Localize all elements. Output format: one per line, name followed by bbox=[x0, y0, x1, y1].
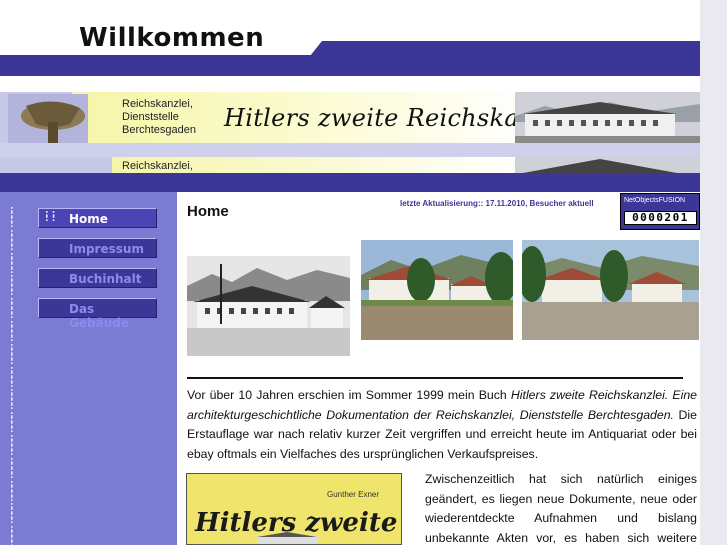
banner-divider bbox=[0, 143, 700, 157]
sidebar-dot-icon: : :: : bbox=[10, 455, 14, 481]
sidebar-dot-icon: : :: : bbox=[10, 250, 14, 276]
sidebar-dot-icon: : :: : bbox=[10, 319, 14, 344]
right-edge-strip bbox=[700, 0, 727, 545]
sidebar-dot-icon: : :: : bbox=[10, 205, 14, 230]
update-paragraph: Zwischenzeitlich hat sich natürlich eini… bbox=[425, 472, 697, 545]
sidebar-dot-icon: : :: : bbox=[10, 364, 14, 390]
last-update-text: letzte Aktualisierung:: 17.11.2010, Besu… bbox=[400, 199, 594, 208]
visitor-counter: NetObjectsFUSION 0000201 bbox=[620, 193, 700, 230]
book-cover-image[interactable]: Gunther Exner Hitlers zweite bbox=[186, 473, 402, 545]
title-bar bbox=[0, 55, 700, 76]
nav-home-label: Home bbox=[69, 212, 108, 226]
nav-impressum-label: Impressum bbox=[69, 242, 144, 256]
sidebar-dot-icon: : :: : bbox=[10, 273, 14, 299]
book-cover-building bbox=[257, 532, 317, 544]
building-banner-photo bbox=[515, 92, 700, 143]
sidebar-dot-icon: : :: : bbox=[10, 433, 14, 458]
nav-home-button[interactable]: : :: : Home bbox=[38, 208, 157, 228]
eagle-sculpture-image bbox=[8, 94, 88, 143]
sidebar-dot-icon: : :: : bbox=[10, 227, 14, 253]
sidebar-dot-icon: : :: : bbox=[10, 524, 14, 545]
book-author: Gunther Exner bbox=[327, 490, 380, 499]
nav-bullet-icon: : :: : bbox=[45, 209, 56, 224]
sidebar-dot-icon: : :: : bbox=[10, 410, 14, 436]
building-photo-2[interactable] bbox=[522, 240, 699, 340]
sidebar-dot-icon: : :: : bbox=[10, 341, 14, 367]
nav-buchinhalt-label: Buchinhalt bbox=[69, 272, 142, 286]
header-banner: Reichskanzlei, Dienststelle Berchtesgade… bbox=[0, 92, 700, 143]
nav-gebaeude-button[interactable]: Das Gebäude bbox=[38, 298, 157, 330]
sidebar-dot-icon: : :: : bbox=[10, 478, 14, 504]
banner-repeat-subtitle: Reichskanzlei, bbox=[122, 160, 193, 172]
header-banner-repeat: Reichskanzlei, bbox=[0, 157, 700, 173]
title-bar-tab bbox=[310, 41, 700, 56]
counter-brand: NetObjectsFUSION bbox=[624, 197, 686, 204]
intro-text-a: Vor über 10 Jahren erschien im Sommer 19… bbox=[187, 388, 511, 402]
content-heading: Home bbox=[187, 203, 229, 220]
nav-gebaeude-label: Das Gebäude bbox=[69, 302, 129, 330]
historic-photo[interactable] bbox=[187, 256, 350, 356]
counter-digits: 0000201 bbox=[624, 211, 697, 225]
content-divider bbox=[187, 377, 683, 379]
intro-paragraph: Vor über 10 Jahren erschien im Sommer 19… bbox=[187, 386, 697, 464]
nav-buchinhalt-button[interactable]: Buchinhalt bbox=[38, 268, 157, 288]
nav-impressum-button[interactable]: Impressum bbox=[38, 238, 157, 258]
nav-bar bbox=[0, 173, 700, 192]
building-photo-1[interactable] bbox=[361, 240, 513, 340]
banner-subtitle: Reichskanzlei, Dienststelle Berchtesgade… bbox=[122, 98, 196, 136]
sidebar-dot-icon: : :: : bbox=[10, 387, 14, 413]
sidebar-dot-icon: : :: : bbox=[10, 296, 14, 322]
sidebar-dot-icon: : :: : bbox=[10, 501, 14, 527]
building-banner-photo-repeat bbox=[515, 157, 700, 173]
